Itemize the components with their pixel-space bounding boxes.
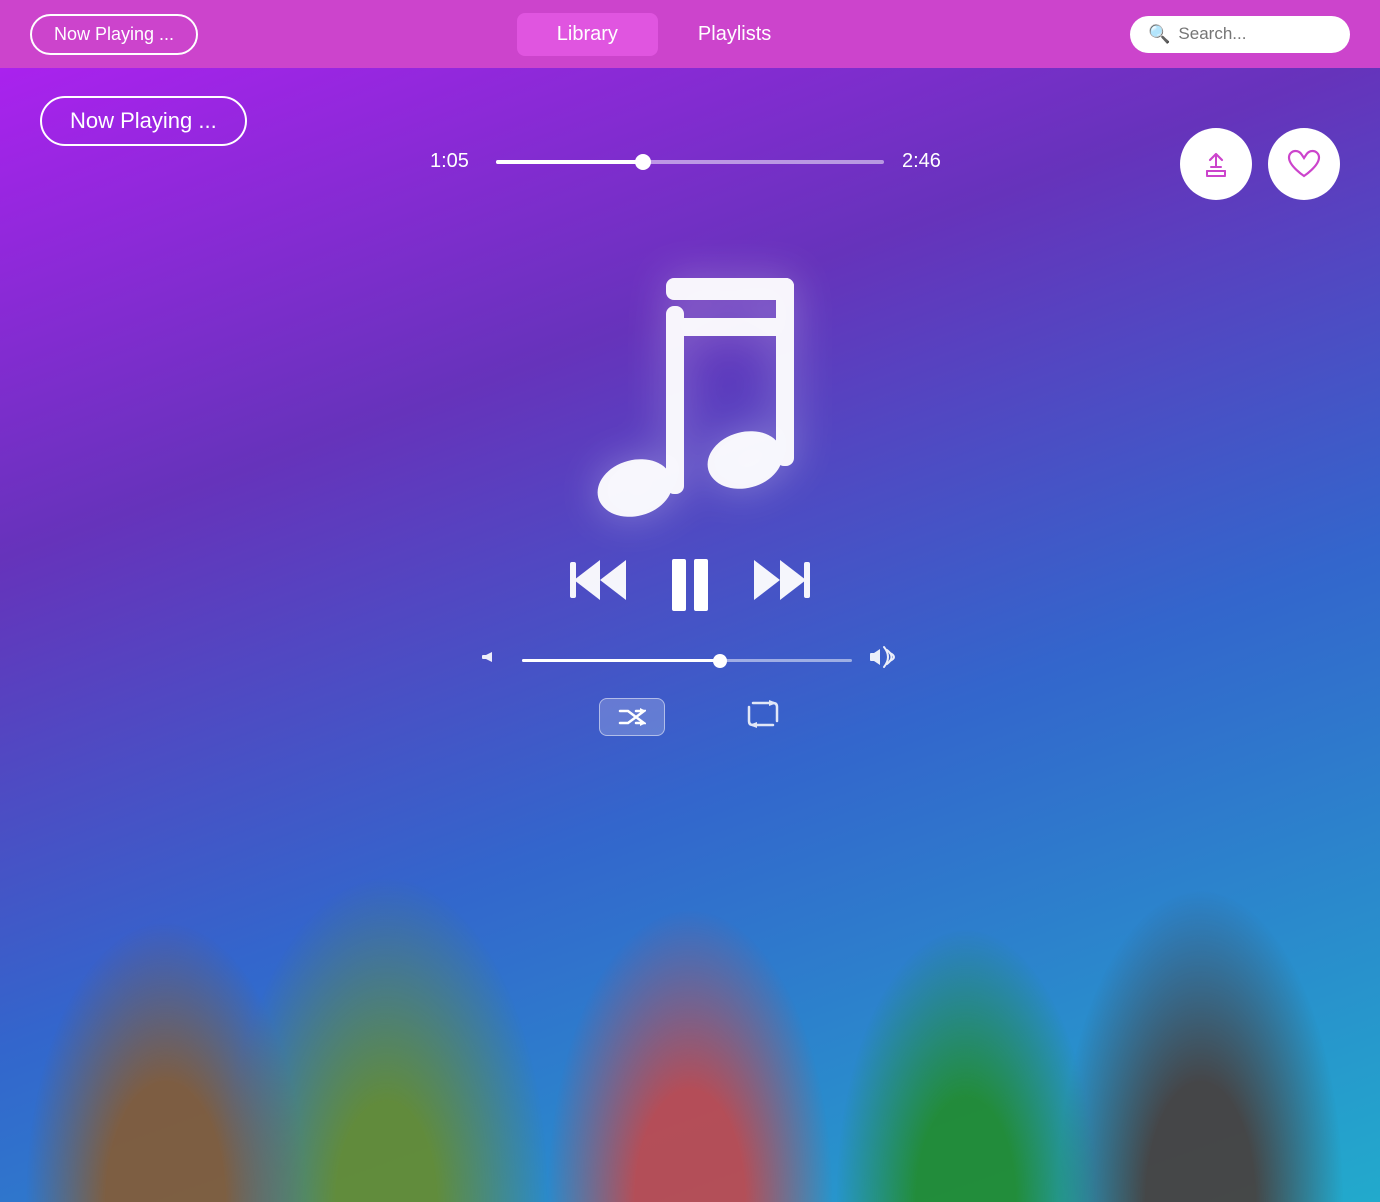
music-note-display xyxy=(550,218,830,518)
tab-playlists[interactable]: Playlists xyxy=(658,13,811,56)
music-note-icon xyxy=(550,218,830,518)
volume-track[interactable] xyxy=(522,659,852,662)
volume-high-icon xyxy=(868,643,900,678)
total-time: 2:46 xyxy=(902,150,950,173)
pause-bar-left xyxy=(672,559,686,611)
nav-tabs: Library Playlists xyxy=(517,13,812,56)
now-playing-button[interactable]: Now Playing ... xyxy=(40,96,247,146)
progress-track[interactable] xyxy=(496,160,884,164)
progress-area: 1:05 2:46 xyxy=(430,150,950,173)
current-time: 1:05 xyxy=(430,150,478,173)
search-bar: 🔍 xyxy=(1130,16,1350,53)
share-icon xyxy=(1200,148,1232,180)
heart-icon xyxy=(1287,149,1321,179)
extra-controls xyxy=(599,698,781,736)
pause-button[interactable] xyxy=(672,559,708,611)
pause-bar-right xyxy=(694,559,708,611)
top-navbar: Now Playing ... Library Playlists 🔍 xyxy=(0,0,1380,68)
nav-now-playing-button[interactable]: Now Playing ... xyxy=(30,14,198,55)
vol-low-icon xyxy=(480,644,506,670)
action-buttons xyxy=(1180,128,1340,200)
tab-library[interactable]: Library xyxy=(517,13,658,56)
fast-forward-button[interactable] xyxy=(748,558,812,612)
progress-thumb xyxy=(635,154,651,170)
search-icon: 🔍 xyxy=(1148,24,1170,45)
volume-thumb xyxy=(713,654,727,668)
rewind-button[interactable] xyxy=(568,558,632,612)
shuffle-icon xyxy=(618,707,646,727)
vol-high-icon-svg xyxy=(868,643,900,671)
fast-forward-icon xyxy=(748,558,812,602)
player-controls xyxy=(568,558,812,612)
main-player-area: Now Playing ... 1:05 2:46 xyxy=(0,68,1380,1202)
shuffle-button[interactable] xyxy=(599,698,665,736)
progress-fill xyxy=(496,160,643,164)
volume-row xyxy=(480,643,900,678)
volume-fill xyxy=(522,659,720,662)
share-button[interactable] xyxy=(1180,128,1252,200)
search-input[interactable] xyxy=(1178,24,1328,44)
repeat-icon xyxy=(745,699,781,729)
rewind-icon xyxy=(568,558,632,602)
pause-icon xyxy=(672,559,708,611)
heart-button[interactable] xyxy=(1268,128,1340,200)
volume-mute-icon xyxy=(480,644,506,677)
repeat-button[interactable] xyxy=(745,699,781,736)
